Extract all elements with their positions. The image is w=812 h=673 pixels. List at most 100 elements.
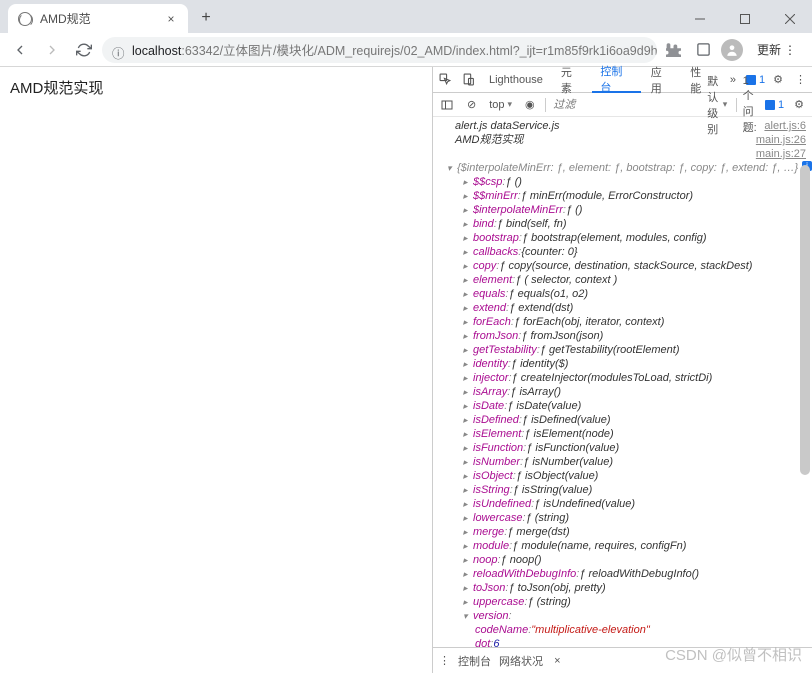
property-key[interactable]: isDate [473,399,504,413]
property-key[interactable]: bind [473,217,494,231]
property-key[interactable]: identity [473,357,508,371]
url-bar[interactable]: ⓘ localhost:63342/立体图片/模块化/ADM_requirejs… [102,37,657,63]
expand-caret-icon[interactable] [463,483,471,497]
property-key[interactable]: isDefined [473,413,519,427]
expand-caret-icon[interactable] [463,371,471,385]
tab-application[interactable]: 应用 [643,67,681,93]
problems-badge[interactable]: 1 [765,99,784,111]
device-icon[interactable] [458,68,479,92]
property-key[interactable]: isFunction [473,441,523,455]
expand-caret-icon[interactable] [463,609,471,623]
extensions-icon[interactable] [661,37,687,63]
property-key[interactable]: merge [473,525,504,539]
expand-caret-icon[interactable] [463,231,471,245]
expand-caret-icon[interactable] [463,385,471,399]
expand-caret-icon[interactable] [463,217,471,231]
property-key[interactable]: getTestability [473,343,537,357]
expand-caret-icon[interactable] [463,413,471,427]
property-key[interactable]: equals [473,287,505,301]
property-key[interactable]: isArray [473,385,507,399]
expand-caret-icon[interactable] [463,259,471,273]
property-key[interactable]: isString [473,483,510,497]
expand-caret-icon[interactable] [463,539,471,553]
property-key[interactable]: $$csp [473,175,502,189]
expand-caret-icon[interactable] [463,245,471,259]
property-key[interactable]: callbacks [473,245,518,259]
console-output[interactable]: alert.js dataService.jsalert.js:6 AMD规范实… [433,117,812,647]
expand-caret-icon[interactable] [463,343,471,357]
drawer-more-icon[interactable]: ⋮ [439,654,450,667]
console-settings-icon[interactable]: ⚙ [790,93,808,117]
maximize-button[interactable] [722,5,767,33]
expand-caret-icon[interactable] [463,567,471,581]
expand-caret-icon[interactable] [463,469,471,483]
property-key[interactable]: fromJson [473,329,518,343]
context-selector[interactable]: top [486,99,515,111]
expand-caret-icon[interactable] [463,441,471,455]
property-key[interactable]: noop [473,553,497,567]
property-key[interactable]: element [473,273,512,287]
property-key[interactable]: isElement [473,427,521,441]
expand-caret-icon[interactable] [463,301,471,315]
expand-caret-icon[interactable] [463,595,471,609]
property-key[interactable]: forEach [473,315,511,329]
close-button[interactable] [767,5,812,33]
expand-caret-icon[interactable] [463,203,471,217]
bookmarks-icon[interactable] [691,37,717,63]
inspect-icon[interactable] [435,68,456,92]
property-key[interactable]: isNumber [473,455,520,469]
property-key[interactable]: injector [473,371,508,385]
drawer-tab-network[interactable]: 网络状况 × [499,653,561,669]
expand-caret-icon[interactable] [463,175,471,189]
back-button[interactable] [6,36,34,64]
expand-caret-icon[interactable] [463,189,471,203]
expand-caret-icon[interactable] [463,287,471,301]
property-key[interactable]: uppercase [473,595,524,609]
expand-caret-icon[interactable] [463,273,471,287]
drawer-tab-console[interactable]: 控制台 [458,653,491,669]
clear-console-icon[interactable]: ⊘ [463,93,480,117]
scrollbar[interactable] [798,117,812,621]
property-key[interactable]: bootstrap [473,231,519,245]
tab-close-icon[interactable]: × [164,12,178,26]
update-button[interactable]: 更新⋮ [747,37,806,63]
property-key[interactable]: extend [473,301,506,315]
expand-caret-icon[interactable] [463,525,471,539]
expand-caret-icon[interactable] [463,553,471,567]
expand-caret-icon[interactable] [463,315,471,329]
property-key[interactable]: copy [473,259,496,273]
new-tab-button[interactable]: + [194,6,218,30]
forward-button[interactable] [38,36,66,64]
expand-caret-icon[interactable] [463,427,471,441]
property-key[interactable]: lowercase [473,511,523,525]
sidebar-toggle-icon[interactable] [437,93,457,117]
property-key[interactable]: isObject [473,469,513,483]
expand-caret-icon[interactable] [463,357,471,371]
property-key[interactable]: isUndefined [473,497,531,511]
property-key[interactable]: module [473,539,509,553]
tab-console[interactable]: 控制台 [592,67,640,93]
browser-tab[interactable]: AMD规范 × [8,4,188,33]
tab-lighthouse[interactable]: Lighthouse [481,67,551,93]
close-icon[interactable]: × [554,655,560,667]
property-key[interactable]: $$minErr [473,189,518,203]
expand-caret-icon[interactable] [463,455,471,469]
filter-input[interactable] [551,96,698,114]
property-key[interactable]: $interpolateMinErr [473,203,563,217]
tab-elements[interactable]: 元素 [553,67,591,93]
profile-avatar[interactable] [721,39,743,61]
expand-caret-icon[interactable] [463,329,471,343]
property-key[interactable]: version [473,609,508,623]
expand-caret-icon[interactable] [447,161,455,175]
reload-button[interactable] [70,36,98,64]
minimize-button[interactable] [677,5,722,33]
expand-caret-icon[interactable] [463,497,471,511]
info-icon[interactable]: ⓘ [112,43,126,57]
expand-caret-icon[interactable] [463,399,471,413]
live-expression-icon[interactable]: ◉ [521,93,539,117]
property-key[interactable]: reloadWithDebugInfo [473,567,576,581]
object-preview[interactable]: {$interpolateMinErr: ƒ, element: ƒ, boot… [457,161,799,175]
expand-caret-icon[interactable] [463,581,471,595]
property-key[interactable]: toJson [473,581,505,595]
scrollbar-thumb[interactable] [800,165,810,475]
